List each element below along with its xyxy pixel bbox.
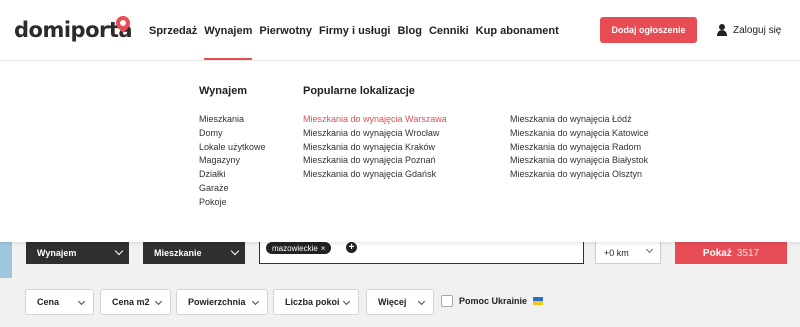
category-link-garaze[interactable]: Garaże — [199, 182, 266, 196]
filter-area[interactable]: Powierzchnia — [176, 289, 268, 315]
nav-item-firmy-i-uslugi[interactable]: Firmy i usługi — [319, 25, 391, 37]
filter-price-m2-label: Cena m2 — [112, 297, 150, 307]
ukraine-help-toggle[interactable]: Pomoc Ukrainie — [441, 295, 544, 307]
category-link-magazyny[interactable]: Magazyny — [199, 154, 266, 168]
filter-rooms[interactable]: Liczba pokoi — [273, 289, 359, 315]
ukraine-help-checkbox[interactable] — [441, 295, 453, 307]
popular-locations-col-1: Mieszkania do wynajęcia Warszawa Mieszka… — [303, 113, 447, 182]
nav-item-pierwotny[interactable]: Pierwotny — [259, 25, 312, 37]
results-count: 3517 — [736, 247, 760, 259]
nav-item-kup-abonament[interactable]: Kup abonament — [476, 25, 559, 37]
add-location-icon[interactable]: + — [346, 242, 357, 253]
property-type-select[interactable]: Mieszkanie — [143, 242, 245, 264]
popular-locations-col-2: Mieszkania do wynajęcia Łódź Mieszkania … — [510, 113, 649, 182]
location-link-warszawa[interactable]: Mieszkania do wynajęcia Warszawa — [303, 113, 447, 127]
chevron-down-icon — [154, 297, 163, 306]
chevron-down-icon — [645, 245, 654, 254]
location-chip-label: mazowieckie — [272, 243, 318, 253]
location-link-gdansk[interactable]: Mieszkania do wynajęcia Gdańsk — [303, 168, 447, 182]
filter-more[interactable]: Więcej — [366, 289, 434, 315]
ukraine-flag-icon — [533, 297, 544, 305]
mega-menu-heading-popular: Popularne lokalizacje — [303, 85, 415, 97]
category-link-domy[interactable]: Domy — [199, 127, 266, 141]
filter-more-label: Więcej — [378, 297, 407, 307]
add-listing-button[interactable]: Dodaj ogłoszenie — [600, 17, 697, 43]
login-label: Zaloguj się — [733, 24, 782, 36]
filter-price-label: Cena — [37, 297, 60, 307]
location-link-bialystok[interactable]: Mieszkania do wynajęcia Białystok — [510, 154, 649, 168]
nav-item-wynajem[interactable]: Wynajem — [204, 25, 253, 61]
chevron-down-icon — [114, 246, 124, 256]
chevron-down-icon — [251, 297, 260, 306]
location-link-katowice[interactable]: Mieszkania do wynajęcia Katowice — [510, 127, 649, 141]
location-chip: mazowieckie × — [266, 242, 332, 254]
category-link-dzialki[interactable]: Działki — [199, 168, 266, 182]
user-icon — [716, 24, 728, 36]
mega-menu-category-list: Mieszkania Domy Lokale użytkowe Magazyny… — [199, 113, 266, 210]
location-input[interactable]: mazowieckie × + — [259, 242, 584, 264]
location-link-poznan[interactable]: Mieszkania do wynajęcia Poznań — [303, 154, 447, 168]
nav-item-sprzedaz[interactable]: Sprzedaż — [149, 25, 197, 37]
category-link-lokale-uzytkowe[interactable]: Lokale użytkowe — [199, 141, 266, 155]
chevron-down-icon — [342, 297, 351, 306]
filter-area-label: Powierzchnia — [188, 297, 246, 307]
logo[interactable]: domiporta — [14, 18, 133, 42]
chevron-down-icon — [77, 297, 86, 306]
close-icon[interactable]: × — [321, 244, 326, 253]
filter-price[interactable]: Cena — [25, 289, 94, 315]
show-results-button[interactable]: Pokaż 3517 — [675, 242, 787, 264]
site-header: domiporta Sprzedaż Wynajem Pierwotny Fir… — [0, 0, 800, 61]
filter-rooms-label: Liczba pokoi — [285, 297, 340, 307]
radius-select-value: +0 km — [604, 247, 629, 258]
location-link-radom[interactable]: Mieszkania do wynajęcia Radom — [510, 141, 649, 155]
chevron-down-icon — [417, 297, 426, 306]
transaction-select-value: Wynajem — [37, 248, 77, 258]
ukraine-help-label: Pomoc Ukrainie — [459, 296, 528, 306]
location-link-olsztyn[interactable]: Mieszkania do wynajęcia Olsztyn — [510, 168, 649, 182]
location-link-wroclaw[interactable]: Mieszkania do wynajęcia Wrocław — [303, 127, 447, 141]
category-link-pokoje[interactable]: Pokoje — [199, 196, 266, 210]
nav-item-cenniki[interactable]: Cenniki — [429, 25, 469, 37]
location-link-lodz[interactable]: Mieszkania do wynajęcia Łódź — [510, 113, 649, 127]
login-link[interactable]: Zaloguj się — [716, 24, 781, 36]
location-link-krakow[interactable]: Mieszkania do wynajęcia Kraków — [303, 141, 447, 155]
nav-item-blog[interactable]: Blog — [397, 25, 421, 37]
main-nav: Sprzedaż Wynajem Pierwotny Firmy i usług… — [149, 25, 566, 61]
property-type-select-value: Mieszkanie — [154, 248, 202, 258]
show-results-label: Pokaż — [702, 247, 732, 259]
filter-price-m2[interactable]: Cena m2 — [100, 289, 171, 315]
chevron-down-icon — [230, 246, 240, 256]
category-link-mieszkania[interactable]: Mieszkania — [199, 113, 266, 127]
radius-select[interactable]: +0 km — [595, 242, 661, 264]
mega-menu-heading-wynajem: Wynajem — [199, 85, 248, 97]
transaction-select[interactable]: Wynajem — [26, 242, 129, 264]
mega-menu-wynajem: Wynajem Mieszkania Domy Lokale użytkowe … — [0, 60, 800, 242]
